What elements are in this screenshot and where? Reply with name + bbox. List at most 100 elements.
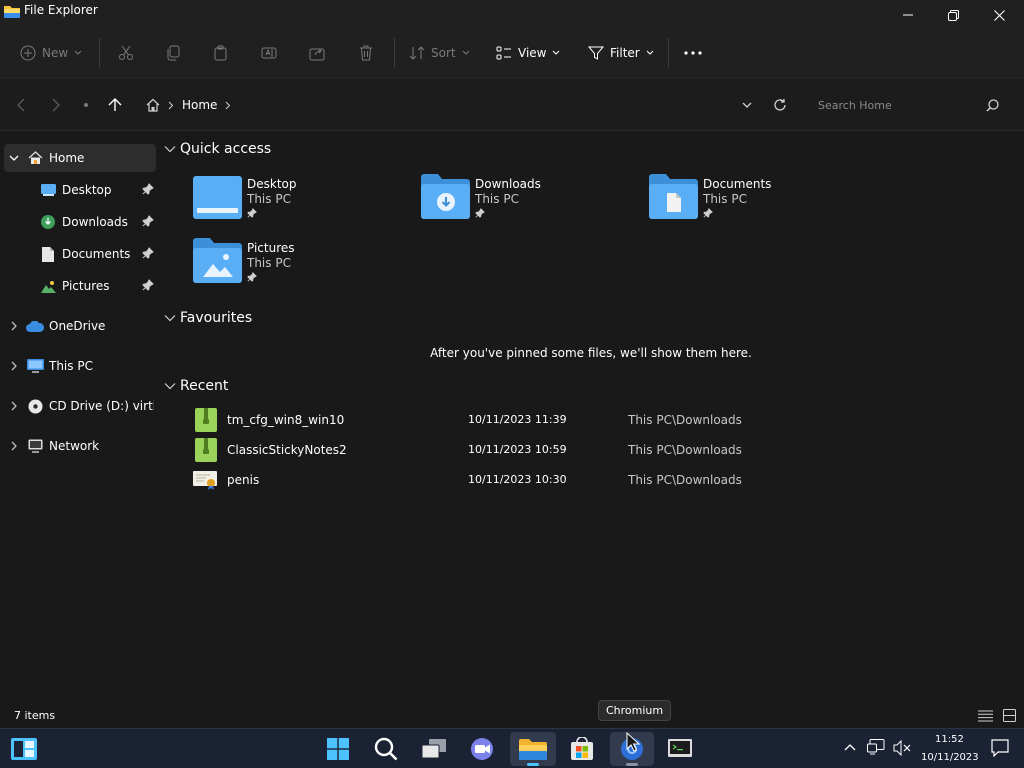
rename-icon (261, 47, 277, 59)
chat-icon (471, 738, 493, 760)
recent-file-location: This PC\Downloads (628, 473, 742, 487)
start-button[interactable] (318, 732, 358, 766)
view-button[interactable]: View (496, 40, 560, 66)
teams-chat-button[interactable] (462, 732, 502, 766)
quick-access-header[interactable]: Quick access (164, 138, 271, 160)
sidebar-item-this-pc[interactable]: This PC (4, 352, 156, 380)
notification-icon[interactable] (991, 739, 1009, 757)
taskbar (0, 728, 1024, 768)
network-status-icon[interactable] (867, 739, 885, 755)
file-explorer-taskbar-button[interactable] (510, 732, 556, 766)
restore-button[interactable] (930, 0, 976, 30)
recent-file-date: 10/11/2023 10:30 (468, 473, 567, 486)
folder-icon (519, 739, 547, 760)
chevron-right-icon[interactable] (4, 356, 24, 376)
quick-access-item-desktop[interactable]: Desktop This PC (193, 173, 413, 233)
arrow-left-icon (17, 98, 25, 112)
filter-icon (588, 46, 604, 60)
sidebar-item-label: Downloads (62, 215, 128, 229)
home-icon (24, 151, 46, 165)
favourites-empty-message: After you've pinned some files, we'll sh… (430, 346, 752, 360)
copy-button[interactable] (165, 40, 181, 66)
address-history-dropdown[interactable] (736, 94, 758, 116)
sidebar-item-home[interactable]: Home (4, 144, 156, 172)
close-button[interactable] (976, 0, 1022, 30)
sidebar-item-network[interactable]: Network (4, 432, 156, 460)
chevron-right-icon[interactable] (4, 316, 24, 336)
search-input[interactable] (818, 96, 978, 114)
microsoft-store-button[interactable] (562, 732, 602, 766)
show-hidden-icons-chevron-up-icon[interactable] (844, 743, 856, 751)
sidebar-item-cd-drive[interactable]: CD Drive (D:) virtio-w (4, 392, 156, 420)
chevron-down-icon (74, 50, 82, 55)
view-layout-icon (496, 46, 511, 60)
sort-button-label: Sort (431, 46, 456, 60)
filter-button-label: Filter (610, 46, 640, 60)
refresh-button[interactable] (769, 94, 791, 116)
breadcrumb-home[interactable]: Home (182, 98, 217, 112)
chevron-right-icon[interactable] (4, 396, 24, 416)
pin-icon[interactable] (142, 279, 154, 291)
sidebar-item-desktop[interactable]: Desktop (4, 176, 156, 204)
dot-icon (84, 103, 88, 107)
item-name: Pictures (247, 241, 295, 255)
pin-icon[interactable] (142, 247, 154, 259)
recent-header[interactable]: Recent (164, 375, 228, 397)
terminal-taskbar-button[interactable] (660, 732, 700, 766)
sidebar-item-documents[interactable]: Documents (4, 240, 156, 268)
recent-file-name: tm_cfg_win8_win10 (227, 413, 345, 427)
section-title: Recent (180, 378, 229, 394)
volume-muted-icon[interactable] (893, 740, 911, 756)
back-button[interactable] (10, 94, 32, 116)
tiles-view-icon[interactable] (1003, 709, 1016, 722)
sidebar-item-downloads[interactable]: Downloads (4, 208, 156, 236)
task-view-icon (421, 739, 446, 759)
delete-button[interactable] (358, 40, 374, 66)
cut-button[interactable] (118, 40, 134, 66)
pin-icon[interactable] (142, 215, 154, 227)
recent-file-name: penis (227, 473, 260, 487)
sidebar-item-onedrive[interactable]: OneDrive (4, 312, 156, 340)
quick-access-item-downloads[interactable]: Downloads This PC (421, 173, 641, 233)
filter-button[interactable]: Filter (588, 40, 654, 66)
chevron-down-icon[interactable] (4, 148, 24, 168)
up-button[interactable] (104, 94, 126, 116)
running-indicator (626, 763, 638, 766)
task-view-button[interactable] (414, 732, 454, 766)
sort-button[interactable]: Sort (409, 40, 470, 66)
details-view-icon[interactable] (978, 710, 993, 722)
search-button[interactable] (366, 732, 406, 766)
rename-button[interactable] (261, 40, 277, 66)
item-name: Desktop (247, 177, 297, 191)
quick-access-item-pictures[interactable]: Pictures This PC (193, 237, 413, 297)
store-icon (571, 737, 593, 760)
paste-button[interactable] (213, 40, 229, 66)
more-options-button[interactable] (684, 40, 702, 66)
file-explorer-icon (4, 4, 20, 18)
pin-icon[interactable] (142, 183, 154, 195)
document-icon (38, 246, 58, 262)
chevron-right-icon[interactable] (4, 436, 24, 456)
search-box[interactable] (806, 91, 1010, 119)
recent-locations-button[interactable] (75, 94, 97, 116)
sidebar-item-label: Documents (62, 247, 131, 261)
chevron-right-icon (226, 101, 231, 109)
new-button[interactable]: New (20, 40, 82, 66)
recent-row[interactable]: tm_cfg_win8_win10 10/11/2023 11:39 This … (192, 406, 792, 434)
taskbar-clock-date[interactable]: 10/11/2023 (921, 752, 979, 763)
forward-button[interactable] (45, 94, 67, 116)
recent-row[interactable]: penis 10/11/2023 10:30 This PC\Downloads (192, 466, 792, 494)
quick-access-item-documents[interactable]: Documents This PC (649, 173, 869, 233)
share-button[interactable] (309, 40, 325, 66)
section-title: Favourites (180, 310, 253, 326)
widgets-button[interactable] (4, 732, 44, 766)
minimize-button[interactable] (885, 0, 931, 30)
recent-row[interactable]: ClassicStickyNotes2 10/11/2023 10:59 Thi… (192, 436, 792, 464)
title-bar: File Explorer (0, 0, 1024, 30)
network-icon (24, 439, 46, 453)
taskbar-clock-time[interactable]: 11:52 (935, 734, 964, 745)
favourites-header[interactable]: Favourites (164, 307, 252, 329)
chevron-down-icon (164, 146, 176, 153)
pictures-folder-icon (193, 238, 242, 283)
sidebar-item-pictures[interactable]: Pictures (4, 272, 156, 300)
